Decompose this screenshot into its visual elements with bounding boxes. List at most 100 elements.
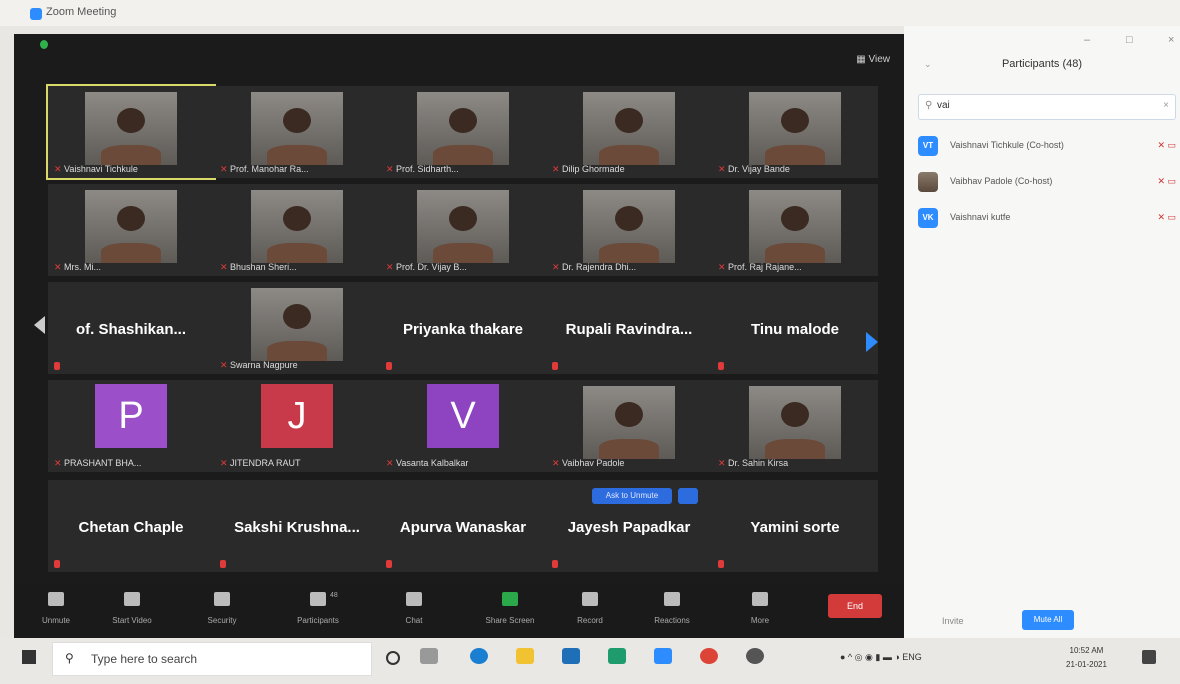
participants-title: Participants (48): [1001, 58, 1083, 70]
participant-tile[interactable]: ✕ Dr. Vijay Bande: [712, 86, 878, 178]
participant-name: of. Shashikan...: [75, 320, 187, 338]
windows-start-icon[interactable]: [22, 650, 36, 664]
next-page-icon[interactable]: [866, 332, 878, 352]
record-button[interactable]: Record: [550, 592, 630, 625]
ask-to-unmute-button[interactable]: Ask to Unmute: [592, 488, 672, 504]
muted-mic-icon[interactable]: ✕ ▭: [1157, 176, 1176, 187]
participant-tile[interactable]: of. Shashikan...: [48, 282, 214, 374]
participant-list-name: Vaishnavi kutfe: [950, 212, 1011, 222]
search-icon: ⚲: [65, 651, 74, 665]
encryption-shield-icon[interactable]: [40, 40, 48, 49]
invite-button[interactable]: Invite: [942, 616, 964, 626]
more-options-button[interactable]: [678, 488, 698, 504]
edge-icon[interactable]: [470, 648, 488, 664]
participant-tile[interactable]: Priyanka thakare: [380, 282, 546, 374]
participant-tile[interactable]: J ✕ JITENDRA RAUT: [214, 380, 380, 472]
view-button[interactable]: ▦ View: [856, 54, 890, 65]
end-button[interactable]: End: [828, 594, 882, 618]
participant-tile[interactable]: ✕ Mrs. Mi...: [48, 184, 214, 276]
share-screen-icon: [502, 592, 518, 606]
participant-tile[interactable]: ✕ Dr. Rajendra Dhi...: [546, 184, 712, 276]
video-icon: [124, 592, 140, 606]
maximize-icon[interactable]: □: [1126, 34, 1133, 46]
participant-name-label: ✕ Vaibhav Padole: [552, 458, 624, 469]
participant-list-name: Vaishnavi Tichkule (Co-host): [950, 140, 1064, 150]
participant-tile[interactable]: Sakshi Krushna...: [214, 480, 380, 572]
person-body-icon: [267, 340, 327, 362]
chat-icon: [406, 592, 422, 606]
participant-tile[interactable]: V ✕ Vasanta Kalbalkar: [380, 380, 546, 472]
system-tray[interactable]: ● ^ ◎ ◉ ▮ ▬ ◑ ENG: [840, 652, 922, 663]
security-button[interactable]: Security: [182, 592, 262, 625]
notifications-icon[interactable]: [1142, 650, 1156, 664]
participant-search-input[interactable]: ⚲ vai ×: [918, 94, 1176, 120]
muted-mic-icon: [220, 560, 226, 568]
person-body-icon: [267, 242, 327, 264]
participant-avatar: P: [95, 384, 167, 448]
participant-tile[interactable]: Yamini sorte: [712, 480, 878, 572]
participant-tile[interactable]: ✕ Prof. Dr. Vijay B...: [380, 184, 546, 276]
participant-tile[interactable]: ✕ Prof. Sidharth...: [380, 86, 546, 178]
taskbar-search-box[interactable]: ⚲ Type here to search: [52, 642, 372, 676]
start-video-button[interactable]: Start Video: [92, 592, 172, 625]
participant-tile[interactable]: ✕ Prof. Manohar Ra...: [214, 86, 380, 178]
window-titlebar: Zoom Meeting: [0, 0, 1180, 26]
zoom-logo-icon: [30, 8, 42, 20]
chat-button[interactable]: Chat: [374, 592, 454, 625]
settings-icon[interactable]: [746, 648, 764, 664]
participant-list-item[interactable]: VT Vaishnavi Tichkule (Co-host) ✕ ▭: [918, 134, 1180, 162]
store-icon[interactable]: [562, 648, 580, 664]
participant-name: Dr. Sahin Kirsa: [728, 458, 789, 468]
participant-name-label: ✕ Dilip Ghormade: [552, 164, 625, 175]
participant-tile[interactable]: ✕ Bhushan Sheri...: [214, 184, 380, 276]
reactions-button[interactable]: Reactions: [632, 592, 712, 625]
participant-tile[interactable]: Apurva Wanaskar: [380, 480, 546, 572]
muted-mic-icon: [54, 560, 60, 568]
participant-video: [250, 189, 344, 264]
person-body-icon: [599, 438, 659, 460]
toolbar-label: Participants: [297, 616, 339, 625]
participant-name-label: ✕ Swarna Nagpure: [220, 360, 298, 371]
participant-tile[interactable]: Tinu malode: [712, 282, 878, 374]
search-value: vai: [937, 100, 950, 111]
person-head-icon: [615, 205, 643, 231]
participant-tile[interactable]: Chetan Chaple: [48, 480, 214, 572]
person-head-icon: [781, 107, 809, 133]
muted-mic-icon: [552, 362, 558, 370]
person-body-icon: [599, 242, 659, 264]
zoom-taskbar-icon[interactable]: [654, 648, 672, 664]
unmute-button[interactable]: Unmute: [16, 592, 96, 625]
muted-mic-icon[interactable]: ✕ ▭: [1157, 212, 1176, 223]
participant-tile[interactable]: ✕ Vaibhav Padole: [546, 380, 712, 472]
file-explorer-icon[interactable]: [516, 648, 534, 664]
participant-video: [84, 91, 178, 166]
participant-tile[interactable]: ✕ Vaishnavi Tichkule: [46, 84, 216, 180]
excel-icon[interactable]: [608, 648, 626, 664]
close-icon[interactable]: ×: [1168, 34, 1174, 46]
participant-tile[interactable]: ✕ Swarna Nagpure: [214, 282, 380, 374]
share-screen-button[interactable]: Share Screen: [470, 592, 550, 625]
mute-all-button[interactable]: Mute All: [1022, 610, 1074, 630]
participant-tile[interactable]: ✕ Dilip Ghormade: [546, 86, 712, 178]
prev-page-icon[interactable]: [34, 316, 45, 334]
more-button[interactable]: More: [720, 592, 800, 625]
muted-mic-icon[interactable]: ✕ ▭: [1157, 140, 1176, 151]
participant-list-item[interactable]: VK Vaishnavi kutfe ✕ ▭: [918, 206, 1180, 234]
task-view-icon[interactable]: [420, 648, 438, 664]
participant-tile[interactable]: ✕ Prof. Raj Rajane...: [712, 184, 878, 276]
cortana-icon[interactable]: [386, 651, 400, 665]
muted-mic-icon: ✕: [552, 262, 563, 272]
person-body-icon: [765, 144, 825, 166]
participant-tile[interactable]: ✕ Dr. Sahin Kirsa: [712, 380, 878, 472]
participant-list-item[interactable]: Vaibhav Padole (Co-host) ✕ ▭: [918, 170, 1180, 198]
participant-tile[interactable]: Rupali Ravindra...: [546, 282, 712, 374]
participant-tile[interactable]: P ✕ PRASHANT BHA...: [48, 380, 214, 472]
chrome-icon[interactable]: [700, 648, 718, 664]
taskbar-clock[interactable]: 10:52 AM 21-01-2021: [1066, 644, 1107, 672]
muted-mic-icon: ✕: [220, 262, 231, 272]
more-icon: [752, 592, 768, 606]
participants-panel: – □ × ⌄ Participants (48) ⚲ vai × VT Vais…: [904, 26, 1180, 638]
participants-button[interactable]: Participants 48: [278, 592, 358, 625]
clear-search-icon[interactable]: ×: [1163, 100, 1169, 111]
minimize-icon[interactable]: –: [1084, 34, 1090, 46]
